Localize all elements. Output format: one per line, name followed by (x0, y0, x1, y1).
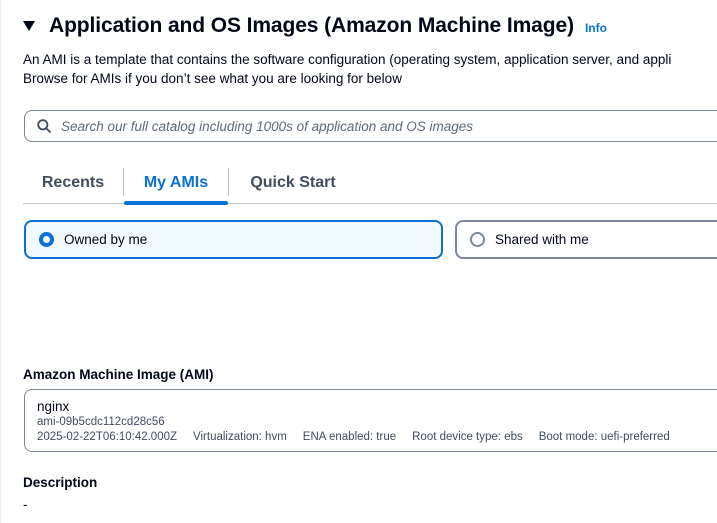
description-value: - (23, 497, 28, 512)
section-title: Application and OS Images (Amazon Machin… (49, 14, 574, 37)
shared-with-me-label: Shared with me (495, 232, 589, 247)
tab-recents[interactable]: Recents (23, 162, 123, 204)
ami-field-label: Amazon Machine Image (AMI) (23, 367, 214, 382)
info-link[interactable]: Info (585, 21, 607, 35)
ami-ena: ENA enabled: true (302, 431, 397, 443)
ami-metadata: 2025-02-22T06:10:42.000Z Virtualization: … (37, 430, 717, 445)
owned-by-me-label: Owned by me (64, 232, 148, 247)
shared-with-me-option[interactable]: Shared with me (455, 220, 717, 259)
tab-quick-start[interactable]: Quick Start (229, 162, 357, 204)
ami-virtualization: Virtualization: hvm (193, 431, 287, 443)
tab-my-amis[interactable]: My AMIs (124, 162, 228, 205)
description-line-1: An AMI is a template that contains the s… (23, 52, 672, 67)
ami-name: nginx (37, 399, 70, 414)
radio-unselected-icon[interactable] (470, 232, 485, 247)
ami-id: ami-09b5cdc112cd28c56 (37, 416, 165, 428)
search-icon (37, 119, 51, 133)
collapse-caret-icon[interactable] (23, 21, 35, 31)
radio-selected-icon[interactable] (39, 232, 54, 247)
ami-select[interactable]: nginx ami-09b5cdc112cd28c56 2025-02-22T0… (24, 389, 717, 452)
ami-panel: Application and OS Images (Amazon Machin… (0, 0, 717, 523)
section-description: An AMI is a template that contains the s… (23, 50, 717, 88)
ami-search-box[interactable] (24, 110, 717, 142)
search-input[interactable] (61, 118, 681, 134)
ami-root-device: Root device type: ebs (412, 431, 523, 443)
ami-created-date: 2025-02-22T06:10:42.000Z (37, 431, 178, 443)
section-header: Application and OS Images (Amazon Machin… (23, 11, 607, 41)
ami-boot-mode: Boot mode: uefi-preferred (538, 431, 670, 443)
ami-tabs: Recents My AMIs Quick Start (23, 162, 717, 205)
owned-by-me-option[interactable]: Owned by me (24, 220, 443, 259)
description-label: Description (23, 475, 98, 490)
description-line-2: Browse for AMIs if you don’t see what yo… (23, 71, 402, 86)
